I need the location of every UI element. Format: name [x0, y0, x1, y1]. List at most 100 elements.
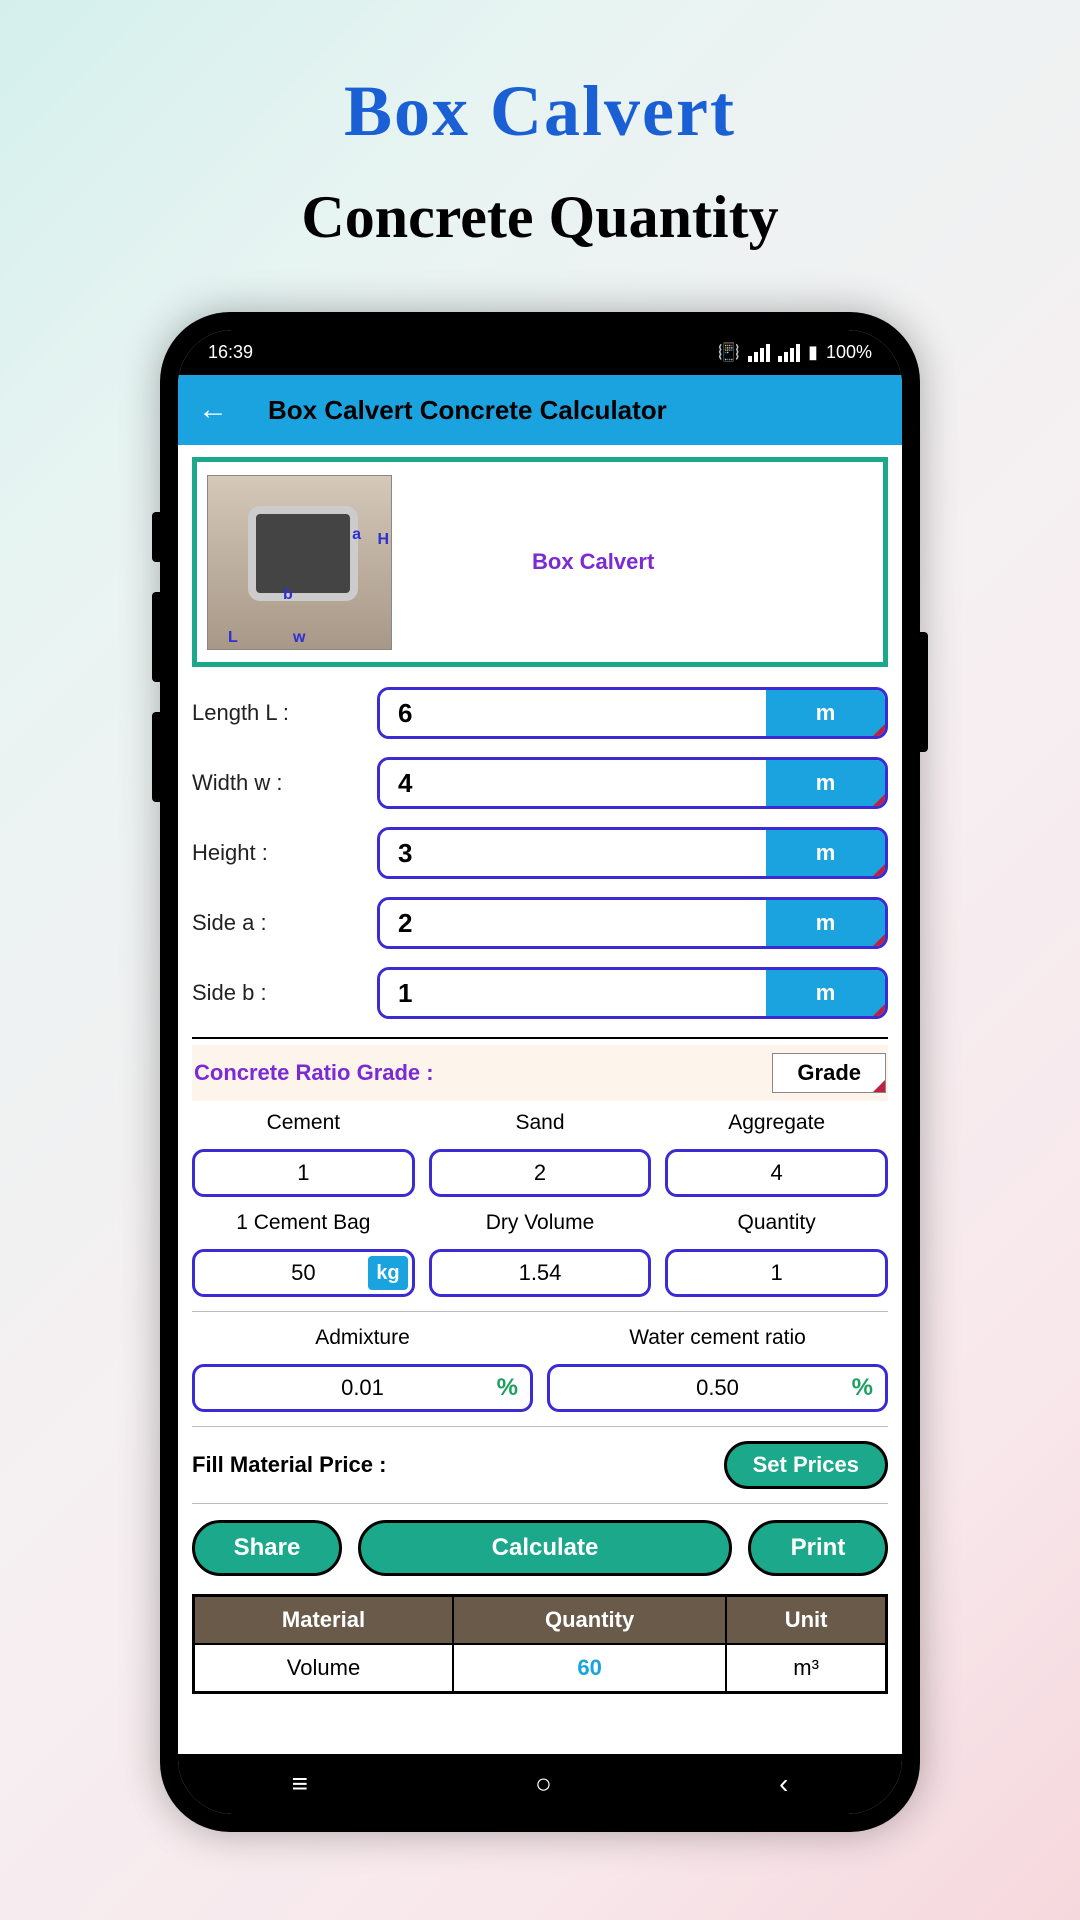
back-icon[interactable]: ‹ — [779, 1768, 788, 1800]
side-b-input-group: m — [377, 967, 888, 1019]
side-a-input[interactable] — [380, 900, 766, 946]
cement-input[interactable]: 1 — [192, 1149, 415, 1197]
price-row: Fill Material Price : Set Prices — [192, 1441, 888, 1489]
signal-icon-2 — [778, 344, 800, 362]
height-unit-button[interactable]: m — [766, 830, 885, 876]
calculate-button[interactable]: Calculate — [358, 1520, 732, 1576]
page-title: Box Calvert — [344, 70, 736, 153]
admixture-label: Admixture — [192, 1326, 533, 1350]
status-right: 📳 ▮ 100% — [718, 342, 872, 363]
width-label: Width w : — [192, 770, 377, 796]
dim-label-L: L — [228, 629, 238, 647]
battery-text: 100% — [826, 342, 872, 363]
dim-label-b: b — [283, 586, 293, 604]
pct-badge-2: % — [852, 1374, 873, 1402]
td-unit: m³ — [726, 1644, 886, 1693]
dim-label-H: H — [377, 531, 389, 549]
height-label: Height : — [192, 840, 377, 866]
input-row-height: Height : m — [192, 827, 888, 879]
status-bar: 16:39 📳 ▮ 100% — [178, 330, 902, 375]
share-button[interactable]: Share — [192, 1520, 342, 1576]
content-area: L w H a b Box Calvert Length L : m Width… — [178, 445, 902, 1706]
table-row: Volume 60 m³ — [194, 1644, 887, 1693]
android-nav-bar: ≡ ○ ‹ — [178, 1754, 902, 1814]
height-input-group: m — [377, 827, 888, 879]
phone-side-button — [152, 512, 160, 562]
admixture-row: Admixture Water cement ratio 0.01% 0.50% — [192, 1326, 888, 1412]
box-calvert-diagram: L w H a b — [207, 475, 392, 650]
home-icon[interactable]: ○ — [535, 1768, 552, 1800]
section-line-2 — [192, 1426, 888, 1427]
divider — [192, 1037, 888, 1039]
input-row-width: Width w : m — [192, 757, 888, 809]
phone-frame: 16:39 📳 ▮ 100% ← Box Calvert Concrete Ca… — [160, 312, 920, 1832]
width-input-group: m — [377, 757, 888, 809]
sand-input[interactable]: 2 — [429, 1149, 652, 1197]
dry-label: Dry Volume — [429, 1211, 652, 1235]
section-line — [192, 1311, 888, 1312]
recent-apps-icon[interactable]: ≡ — [292, 1768, 308, 1800]
action-row: Share Calculate Print — [192, 1520, 888, 1576]
side-b-label: Side b : — [192, 980, 377, 1006]
admixture-input[interactable]: 0.01% — [192, 1364, 533, 1412]
set-prices-button[interactable]: Set Prices — [724, 1441, 888, 1489]
vibrate-icon: 📳 — [718, 342, 740, 363]
length-unit-button[interactable]: m — [766, 690, 885, 736]
app-title: Box Calvert Concrete Calculator — [268, 395, 667, 426]
qty-label: Quantity — [665, 1211, 888, 1235]
phone-volume-up — [152, 592, 160, 682]
app-header: ← Box Calvert Concrete Calculator — [178, 375, 902, 445]
side-b-unit-button[interactable]: m — [766, 970, 885, 1016]
price-label: Fill Material Price : — [192, 1452, 386, 1478]
phone-power-button — [920, 632, 928, 752]
bag-label: 1 Cement Bag — [192, 1211, 415, 1235]
input-row-side-a: Side a : m — [192, 897, 888, 949]
dim-label-w: w — [293, 629, 305, 647]
back-arrow-icon[interactable]: ← — [198, 393, 228, 427]
input-row-length: Length L : m — [192, 687, 888, 739]
dim-label-a: a — [352, 526, 361, 544]
length-input[interactable] — [380, 690, 766, 736]
length-label: Length L : — [192, 700, 377, 726]
phone-volume-down — [152, 712, 160, 802]
battery-icon: ▮ — [808, 342, 818, 363]
side-a-input-group: m — [377, 897, 888, 949]
grade-button[interactable]: Grade — [772, 1053, 886, 1093]
cement-label: Cement — [192, 1111, 415, 1135]
td-quantity: 60 — [453, 1644, 726, 1693]
signal-icon — [748, 344, 770, 362]
th-quantity: Quantity — [453, 1596, 726, 1645]
illustration-box: L w H a b Box Calvert — [192, 457, 888, 667]
phone-screen: 16:39 📳 ▮ 100% ← Box Calvert Concrete Ca… — [178, 330, 902, 1814]
input-row-side-b: Side b : m — [192, 967, 888, 1019]
side-a-label: Side a : — [192, 910, 377, 936]
illustration-title: Box Calvert — [532, 549, 654, 575]
length-input-group: m — [377, 687, 888, 739]
td-material: Volume — [194, 1644, 454, 1693]
side-b-input[interactable] — [380, 970, 766, 1016]
width-unit-button[interactable]: m — [766, 760, 885, 806]
wcr-label: Water cement ratio — [547, 1326, 888, 1350]
result-table: Material Quantity Unit Volume 60 m³ — [192, 1594, 888, 1694]
pct-badge: % — [497, 1374, 518, 1402]
aggregate-label: Aggregate — [665, 1111, 888, 1135]
ratio-header: Concrete Ratio Grade : Grade — [192, 1045, 888, 1101]
width-input[interactable] — [380, 760, 766, 806]
box-shape — [248, 506, 358, 601]
height-input[interactable] — [380, 830, 766, 876]
aggregate-input[interactable]: 4 — [665, 1149, 888, 1197]
qty-input[interactable]: 1 — [665, 1249, 888, 1297]
ratio-label: Concrete Ratio Grade : — [194, 1060, 434, 1086]
sand-label: Sand — [429, 1111, 652, 1135]
page-subtitle: Concrete Quantity — [301, 183, 778, 252]
dry-input[interactable]: 1.54 — [429, 1249, 652, 1297]
bag-input[interactable]: 50kg — [192, 1249, 415, 1297]
th-unit: Unit — [726, 1596, 886, 1645]
th-material: Material — [194, 1596, 454, 1645]
side-a-unit-button[interactable]: m — [766, 900, 885, 946]
print-button[interactable]: Print — [748, 1520, 888, 1576]
status-time: 16:39 — [208, 342, 253, 363]
wcr-input[interactable]: 0.50% — [547, 1364, 888, 1412]
section-line-3 — [192, 1503, 888, 1504]
kg-badge[interactable]: kg — [368, 1256, 407, 1290]
